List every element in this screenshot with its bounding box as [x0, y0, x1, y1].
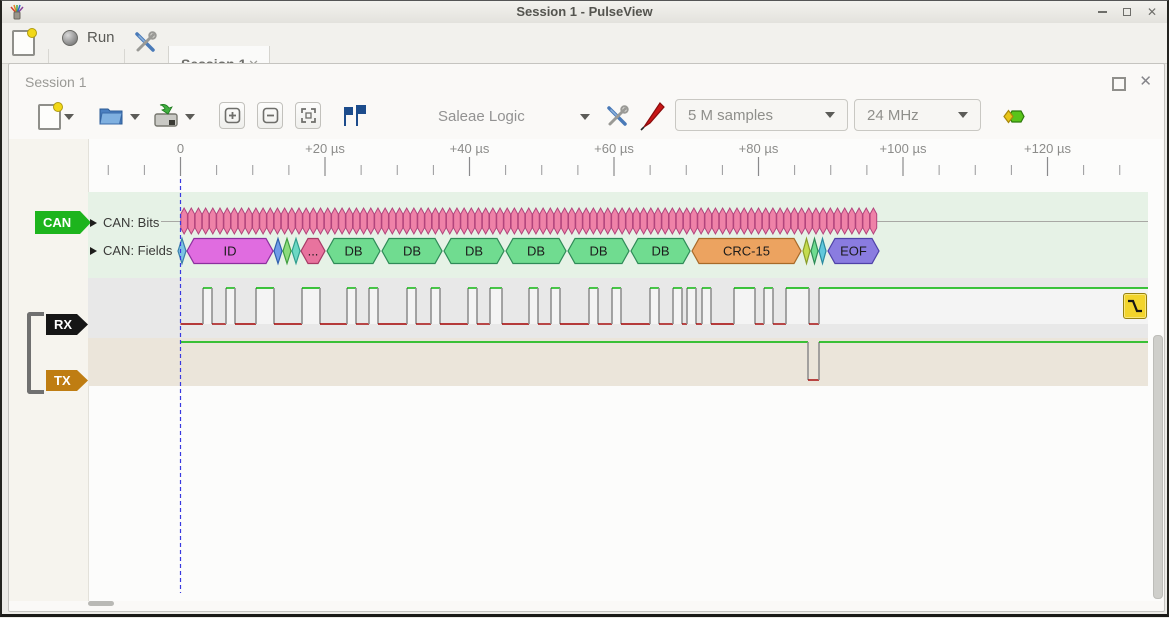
channel-tag-label: RX: [54, 317, 72, 332]
decoder-row-label: CAN: Fields: [103, 243, 172, 258]
ruler-label: +40 µs: [450, 141, 490, 156]
sample-rate-select[interactable]: 24 MHz: [854, 99, 981, 131]
window-title: Session 1 - PulseView: [2, 4, 1167, 19]
decoder-tag-label: CAN: [43, 215, 71, 230]
ruler-label: 0: [177, 141, 184, 156]
zoom-fit-button[interactable]: [295, 102, 321, 129]
new-file-button[interactable]: [38, 104, 61, 130]
sample-rate-dropdown-icon: [958, 112, 968, 118]
zoom-fit-icon: [300, 107, 317, 124]
sample-rate-value: 24 MHz: [867, 107, 919, 124]
main-toolbar: Run Session 1 ✕: [2, 23, 1167, 64]
tx-channel-band: [88, 338, 1148, 386]
new-file-dropdown-icon[interactable]: [64, 114, 74, 120]
decoder-row-label: CAN: Bits: [103, 215, 159, 230]
close-icon[interactable]: ✕: [1147, 6, 1157, 18]
expand-arrow-icon[interactable]: [90, 247, 97, 255]
channel-tag-label: TX: [54, 373, 71, 388]
falling-edge-icon: [1124, 294, 1146, 318]
expand-arrow-icon[interactable]: [90, 219, 97, 227]
settings-tools-icon[interactable]: [133, 30, 158, 55]
open-file-icon[interactable]: [98, 104, 125, 127]
sample-count-select[interactable]: 5 M samples: [675, 99, 848, 131]
channel-group-bracket[interactable]: [27, 312, 44, 394]
new-session-button[interactable]: [12, 30, 35, 56]
device-selector-label[interactable]: Saleae Logic: [438, 108, 525, 125]
decoder-row-bits[interactable]: CAN: Bits: [90, 215, 159, 230]
zoom-out-button[interactable]: [257, 102, 283, 129]
vertical-scrollbar-thumb[interactable]: [1153, 335, 1163, 599]
dock-close-icon[interactable]: ✕: [1139, 72, 1152, 90]
sample-count-value: 5 M samples: [688, 107, 773, 124]
rx-channel-band: [88, 278, 1148, 338]
run-label: Run: [87, 29, 115, 46]
minimize-icon[interactable]: [1098, 11, 1107, 13]
new-session-icon: [12, 30, 35, 56]
decoder-tag-can[interactable]: CAN: [35, 211, 91, 234]
ruler-label: +120 µs: [1024, 141, 1071, 156]
maximize-icon[interactable]: [1123, 8, 1131, 16]
window-titlebar: Session 1 - PulseView ✕: [2, 1, 1167, 24]
zoom-out-icon: [262, 107, 279, 124]
decoder-band: [88, 192, 1148, 278]
trigger-marker-button[interactable]: [1123, 293, 1147, 319]
device-dropdown-icon[interactable]: [580, 114, 590, 120]
add-decoder-icon[interactable]: [998, 107, 1026, 126]
device-config-icon[interactable]: [605, 104, 630, 129]
run-button[interactable]: Run: [62, 29, 115, 46]
decoder-row-fields[interactable]: CAN: Fields: [90, 243, 172, 258]
channels-probe-icon[interactable]: [640, 101, 666, 131]
dock-header-title: Session 1: [25, 74, 86, 90]
ruler-label: +20 µs: [305, 141, 345, 156]
ruler-label: +80 µs: [739, 141, 779, 156]
ruler-label: +60 µs: [594, 141, 634, 156]
new-file-icon: [38, 104, 61, 130]
sample-count-dropdown-icon: [825, 112, 835, 118]
zoom-in-button[interactable]: [219, 102, 245, 129]
time-ruler: 0 +20 µs +40 µs +60 µs +80 µs +100 µs +120 µs: [2, 141, 1169, 157]
horizontal-scrollbar-thumb[interactable]: [88, 601, 114, 606]
dock-float-icon[interactable]: [1112, 77, 1126, 91]
open-file-dropdown-icon[interactable]: [130, 114, 140, 120]
run-state-icon: [62, 30, 78, 46]
trigger-flags-icon[interactable]: [340, 103, 368, 128]
ruler-label: +100 µs: [880, 141, 927, 156]
save-file-dropdown-icon[interactable]: [185, 114, 195, 120]
save-file-icon[interactable]: [152, 102, 180, 129]
zoom-in-icon: [224, 107, 241, 124]
